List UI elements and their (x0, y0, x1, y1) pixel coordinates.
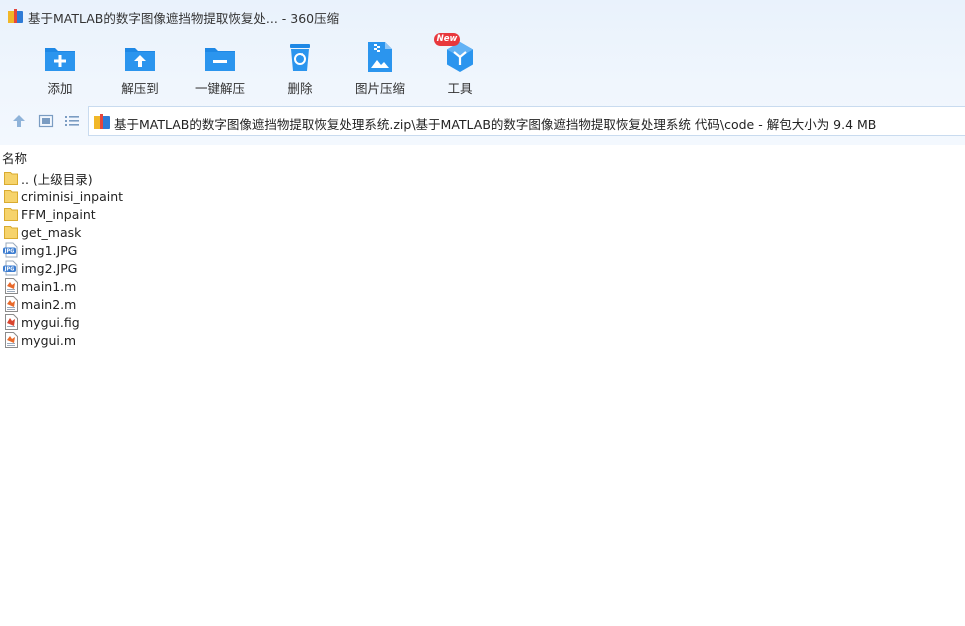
list-view-icon[interactable] (64, 113, 80, 129)
address-path: 基于MATLAB的数字图像遮挡物提取恢复处理系统.zip\基于MATLAB的数字… (114, 117, 877, 132)
folder-icon (3, 206, 19, 222)
image-compress-button[interactable]: 图片压缩 (340, 38, 420, 98)
svg-text:JPG: JPG (4, 267, 15, 273)
delete-button[interactable]: 删除 (260, 38, 340, 98)
matlab-figure-icon (3, 314, 19, 330)
file-row[interactable]: get_mask (0, 223, 300, 241)
file-name: img1.JPG (21, 242, 78, 258)
new-badge: New (434, 33, 460, 46)
file-row[interactable]: criminisi_inpaint (0, 187, 300, 205)
extract-to-label: 解压到 (121, 81, 159, 96)
one-click-extract-icon (205, 48, 235, 71)
file-name: main1.m (21, 278, 77, 294)
file-list: 名称 .. (上级目录) criminisi_inpaint FFM_inpaint… (0, 145, 965, 626)
tools-label: 工具 (447, 81, 473, 96)
extract-to-icon (125, 48, 155, 71)
add-icon (45, 48, 75, 71)
extract-to-button[interactable]: 解压到 (100, 38, 180, 98)
file-name: .. (上级目录) (21, 171, 93, 187)
matlab-script-icon (3, 296, 19, 312)
svg-text:JPG: JPG (4, 249, 15, 255)
matlab-script-icon (3, 332, 19, 348)
delete-label: 删除 (287, 81, 313, 96)
app-window: 基于MATLAB的数字图像遮挡物提取恢复处... - 360压缩 添加 解压到 (0, 0, 965, 626)
address-bar[interactable]: 基于MATLAB的数字图像遮挡物提取恢复处理系统.zip\基于MATLAB的数字… (88, 106, 965, 136)
up-arrow-icon[interactable] (11, 113, 27, 129)
image-compress-label: 图片压缩 (354, 81, 405, 96)
title-bar: 基于MATLAB的数字图像遮挡物提取恢复处... - 360压缩 (0, 0, 965, 32)
file-name: mygui.m (21, 332, 77, 348)
folder-icon (3, 224, 19, 240)
add-label: 添加 (47, 81, 73, 96)
add-button[interactable]: 添加 (20, 38, 100, 98)
window-title: 基于MATLAB的数字图像遮挡物提取恢复处... - 360压缩 (28, 11, 340, 26)
file-name: get_mask (21, 224, 82, 240)
file-row[interactable]: main1.m (0, 277, 300, 295)
column-header-name[interactable]: 名称 (2, 148, 27, 167)
navigation-bar: 基于MATLAB的数字图像遮挡物提取恢复处理系统.zip\基于MATLAB的数字… (0, 106, 965, 136)
jpg-file-icon: JPG (3, 260, 19, 276)
archive-app-icon (8, 9, 23, 23)
file-name: main2.m (21, 296, 77, 312)
thumbnail-view-icon[interactable] (38, 113, 54, 129)
file-rows: .. (上级目录) criminisi_inpaint FFM_inpaintget… (0, 169, 300, 349)
jpg-file-icon: JPG (3, 242, 19, 258)
file-row[interactable]: FFM_inpaint (0, 205, 300, 223)
file-row[interactable]: mygui.m (0, 331, 300, 349)
one-click-extract-button[interactable]: 一键解压 (180, 38, 260, 98)
delete-icon (290, 44, 310, 71)
main-toolbar: 添加 解压到 一键解压 删除 图片压缩 工具 (20, 38, 500, 98)
file-name: img2.JPG (21, 260, 78, 276)
one-click-extract-label: 一键解压 (194, 81, 245, 96)
matlab-script-icon (3, 278, 19, 294)
image-compress-icon (368, 42, 392, 72)
file-name: FFM_inpaint (21, 206, 96, 222)
folder-icon (3, 170, 19, 186)
folder-icon (3, 188, 19, 204)
file-row[interactable]: JPG img2.JPG (0, 259, 300, 277)
file-name: criminisi_inpaint (21, 188, 124, 204)
file-row[interactable]: main2.m (0, 295, 300, 313)
tools-button[interactable]: 工具 (420, 38, 500, 98)
archive-icon (94, 114, 110, 129)
file-row[interactable]: .. (上级目录) (0, 169, 300, 187)
file-row[interactable]: JPG img1.JPG (0, 241, 300, 259)
file-name: mygui.fig (21, 314, 80, 330)
file-row[interactable]: mygui.fig (0, 313, 300, 331)
